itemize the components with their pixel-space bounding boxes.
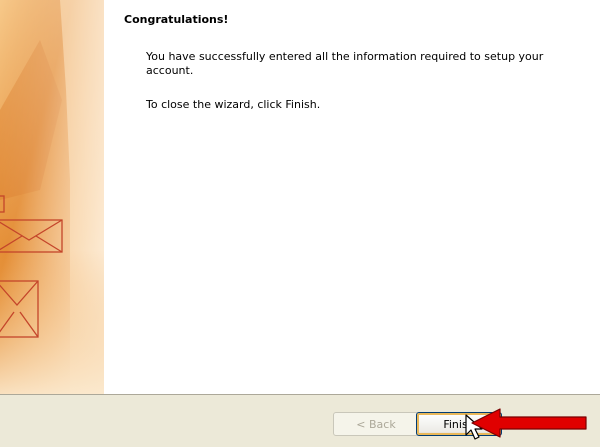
wizard-window: Congratulations! You have successfully e…	[0, 0, 600, 447]
envelope-icon	[0, 0, 104, 394]
wizard-content: Congratulations! You have successfully e…	[104, 0, 600, 394]
back-button[interactable]: < Back	[333, 412, 419, 436]
wizard-side-banner	[0, 0, 104, 394]
close-hint: To close the wizard, click Finish.	[146, 98, 321, 111]
page-title: Congratulations!	[124, 13, 229, 26]
success-message: You have successfully entered all the in…	[146, 50, 544, 77]
finish-button[interactable]: Finish	[416, 412, 502, 436]
button-bar: < Back Finish	[0, 394, 600, 447]
